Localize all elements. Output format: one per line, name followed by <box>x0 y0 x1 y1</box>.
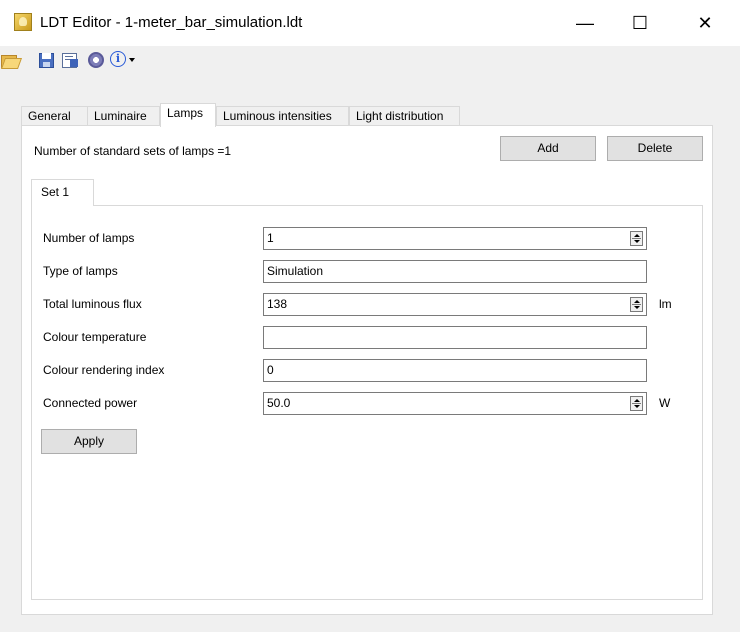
tab-luminaire[interactable]: Luminaire <box>87 106 160 126</box>
number-of-lamps-stepper[interactable]: 1 <box>263 227 647 250</box>
connected-power-label: Connected power <box>43 396 138 410</box>
info-glyph: i <box>110 51 126 67</box>
total-luminous-flux-stepper[interactable]: 138 <box>263 293 647 316</box>
tab-lamps[interactable]: Lamps <box>160 103 216 127</box>
power-unit: W <box>659 396 671 410</box>
title-bar: LDT Editor - 1-meter_bar_simulation.ldt … <box>0 0 740 46</box>
colour-temperature-label: Colour temperature <box>43 330 147 344</box>
toolbar: i <box>0 46 740 74</box>
connected-power-value: 50.0 <box>267 396 291 410</box>
set-panel: Number of lamps 1 Type of lamps Simulati… <box>31 205 703 600</box>
colour-temperature-input[interactable] <box>263 326 647 349</box>
spin-buttons-icon[interactable] <box>630 396 643 411</box>
colour-rendering-index-label: Colour rendering index <box>43 363 165 377</box>
window-title: LDT Editor - 1-meter_bar_simulation.ldt <box>40 14 303 31</box>
type-of-lamps-label: Type of lamps <box>43 264 118 278</box>
number-of-lamps-value: 1 <box>267 231 274 245</box>
open-folder-icon[interactable] <box>0 51 23 69</box>
maximize-button[interactable]: ☐ <box>617 8 663 38</box>
apply-button[interactable]: Apply <box>41 429 137 454</box>
info-icon[interactable]: i <box>110 51 140 69</box>
tab-general[interactable]: General <box>21 106 88 126</box>
minimize-button[interactable]: — <box>562 8 608 38</box>
tab-light-distribution[interactable]: Light distribution <box>349 106 460 126</box>
type-of-lamps-input[interactable]: Simulation <box>263 260 647 283</box>
lamps-panel: Number of standard sets of lamps =1 Add … <box>21 125 713 615</box>
tab-set-1[interactable]: Set 1 <box>31 179 94 206</box>
connected-power-stepper[interactable]: 50.0 <box>263 392 647 415</box>
close-button[interactable]: ✕ <box>682 8 728 38</box>
sets-count-label: Number of standard sets of lamps =1 <box>34 144 232 158</box>
save-as-icon[interactable] <box>61 51 79 69</box>
chevron-down-icon[interactable] <box>129 58 135 62</box>
add-button[interactable]: Add <box>500 136 596 161</box>
spin-buttons-icon[interactable] <box>630 297 643 312</box>
delete-button[interactable]: Delete <box>607 136 703 161</box>
tab-luminous-intensities[interactable]: Luminous intensities <box>216 106 349 126</box>
save-icon[interactable] <box>38 51 56 69</box>
settings-gear-icon[interactable] <box>87 51 105 69</box>
total-luminous-flux-label: Total luminous flux <box>43 297 142 311</box>
colour-rendering-index-input[interactable]: 0 <box>263 359 647 382</box>
number-of-lamps-label: Number of lamps <box>43 231 135 245</box>
total-luminous-flux-value: 138 <box>267 297 288 311</box>
luminous-flux-unit: lm <box>659 297 672 311</box>
app-icon <box>14 13 32 31</box>
spin-buttons-icon[interactable] <box>630 231 643 246</box>
